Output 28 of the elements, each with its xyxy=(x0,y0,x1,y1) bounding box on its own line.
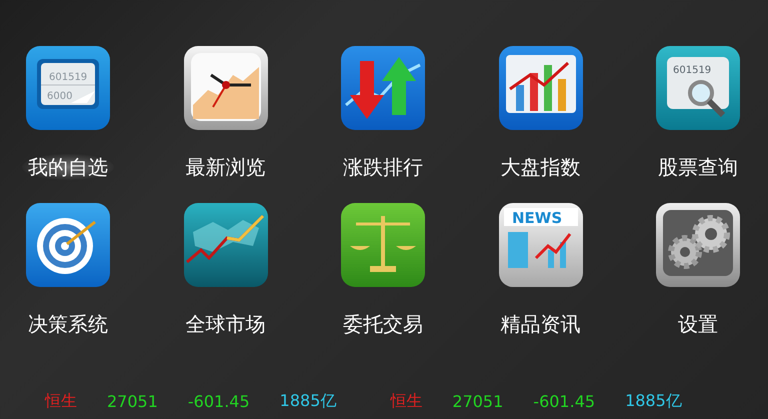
ticker-text: 27051 xyxy=(107,392,158,410)
up-down-arrows-icon xyxy=(340,45,426,131)
menu-item[interactable]: 股票查询 xyxy=(652,154,744,180)
ticket-icon: 601519 6000 xyxy=(25,45,111,131)
world-map-chart-icon xyxy=(182,202,268,288)
gears-icon xyxy=(655,202,741,288)
menu-item[interactable]: 我的自选 xyxy=(22,154,114,180)
menu-item[interactable]: 委托交易 xyxy=(337,311,429,337)
ticker-text: 27051 xyxy=(452,392,504,410)
target-icon xyxy=(25,202,111,288)
ticker-text: 恒生 xyxy=(45,390,77,412)
clock-icon xyxy=(182,45,268,131)
bar-chart-icon xyxy=(498,45,584,131)
menu-item[interactable]: 决策系统 xyxy=(22,311,114,337)
menu-item[interactable]: 精品资讯 xyxy=(494,311,586,337)
menu-item[interactable]: 设置 xyxy=(672,311,724,337)
menu-item[interactable]: 涨跌排行 xyxy=(337,154,429,180)
ticker-text: 恒生 xyxy=(390,390,422,412)
menu-item[interactable]: 大盘指数 xyxy=(494,154,586,180)
menu-item[interactable]: 全球市场 xyxy=(180,311,272,337)
newspaper-icon: NEWS xyxy=(498,202,584,288)
ticker-text: -601.45 xyxy=(188,392,250,410)
ticker-text: 1885亿 xyxy=(280,390,336,412)
scales-icon xyxy=(340,202,426,288)
menu-item[interactable]: 最新浏览 xyxy=(180,154,272,180)
magnifier-icon: 601519 xyxy=(655,45,741,131)
ticker-text: 1885亿 xyxy=(625,390,682,412)
ticker-text: -601.45 xyxy=(533,392,596,410)
